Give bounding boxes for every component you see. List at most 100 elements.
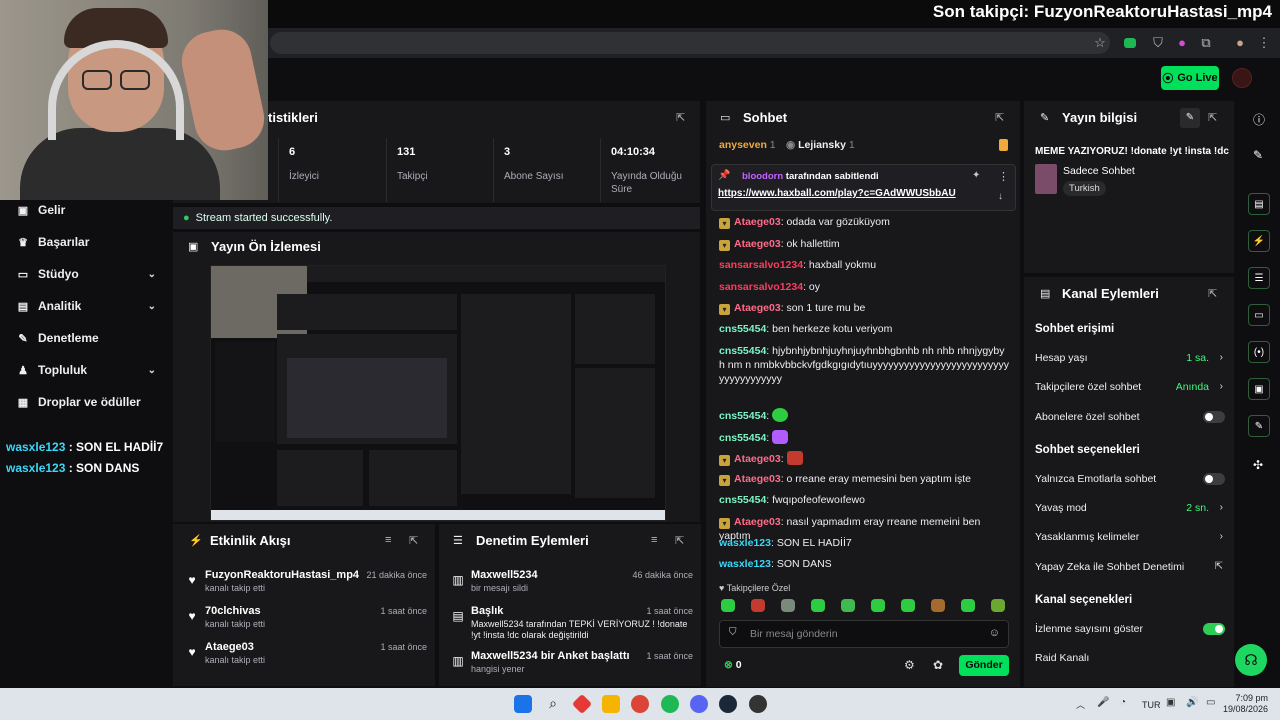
ai-moderation-option[interactable]: Yapay Zeka ile Sohbet Denetimi ⇱: [1035, 559, 1225, 575]
chat-widget-icon[interactable]: ▭: [1248, 304, 1270, 326]
raid-option[interactable]: Raid Kanalı: [1035, 650, 1225, 666]
emote-only-option[interactable]: Yalnızca Emotlarla sohbet: [1035, 471, 1225, 487]
obs-icon[interactable]: [749, 695, 767, 713]
subs-chat-toggle[interactable]: [1203, 411, 1225, 423]
account-age-option[interactable]: Hesap yaşı 1 sa. ›: [1035, 350, 1225, 366]
popout-icon[interactable]: ⇱: [676, 111, 685, 124]
shield-extension-icon[interactable]: ⛉: [1150, 35, 1166, 51]
sidebar-item-droplar[interactable]: ▦ Droplar ve ödüller: [16, 391, 166, 413]
popout-icon[interactable]: ⇱: [409, 534, 418, 547]
support-icon[interactable]: ☊: [1235, 644, 1267, 676]
chat-message: ▾ Ataege03: ok hallettim: [719, 237, 1009, 251]
section-chat-access: Sohbet erişimi: [1035, 323, 1115, 335]
sidebar-item-analitik[interactable]: ▤ Analitik ⌄: [16, 295, 156, 317]
go-live-button[interactable]: ⦿ Go Live: [1161, 66, 1219, 90]
emote-only-toggle[interactable]: [1203, 473, 1225, 485]
browser-menu-icon[interactable]: ⋮: [1256, 35, 1272, 51]
section-channel-options: Kanal seçenekleri: [1035, 594, 1133, 606]
slow-mode-option[interactable]: Yavaş mod 2 sn. ›: [1035, 500, 1225, 516]
sidebar-item-gelir[interactable]: ▣ Gelir: [16, 199, 166, 221]
pencil-icon[interactable]: ✎: [1253, 148, 1263, 162]
extension-purple-icon[interactable]: ●: [1174, 35, 1190, 51]
wifi-icon[interactable]: ◔: [1120, 697, 1126, 708]
banned-words-option[interactable]: Yasaklanmış kelimeler ›: [1035, 529, 1225, 545]
emote-icon[interactable]: [931, 599, 945, 612]
actions-widget-icon[interactable]: ✎: [1248, 415, 1270, 437]
clock[interactable]: 7:09 pm 19/08/2026: [1223, 693, 1268, 715]
folder-icon[interactable]: [602, 695, 620, 713]
battery-icon[interactable]: ▭: [1206, 697, 1215, 708]
pinned-message: 📌 bloodorn tarafından sabitlendi https:/…: [711, 164, 1016, 211]
user-avatar[interactable]: [1232, 68, 1252, 88]
add-widget-icon[interactable]: ✣: [1253, 458, 1263, 472]
edit-icon[interactable]: ✎: [1180, 108, 1200, 128]
followers-chat-option[interactable]: Takipçilere özel sohbet Anında ›: [1035, 379, 1225, 395]
channel-points[interactable]: ⊗ 0: [724, 659, 742, 671]
emote-icon[interactable]: [871, 599, 885, 612]
subs-chat-option[interactable]: Abonelere özel sohbet: [1035, 409, 1225, 425]
chevron-down-icon: ⌄: [147, 268, 156, 280]
sidebar-item-denetleme[interactable]: ✎ Denetleme: [16, 327, 166, 349]
volume-icon[interactable]: 🔊: [1186, 697, 1198, 708]
stat-followers: 131 Takipçi: [386, 138, 490, 202]
steam-icon[interactable]: [719, 695, 737, 713]
stream-preview-video[interactable]: [210, 265, 666, 521]
spotify-icon[interactable]: [661, 695, 679, 713]
activity-widget-icon[interactable]: ⚡: [1248, 230, 1270, 252]
emote-icon[interactable]: [811, 599, 825, 612]
tag-chip[interactable]: Turkish: [1063, 181, 1106, 196]
keyboard-language[interactable]: TUR: [1142, 700, 1161, 710]
filter-icon[interactable]: ≡: [651, 534, 657, 546]
sidebar-item-studyo[interactable]: ▭ Stüdyo ⌄: [16, 263, 156, 285]
emote-icon[interactable]: [991, 599, 1005, 612]
actions-title: Kanal Eylemleri: [1062, 286, 1159, 301]
start-icon[interactable]: [514, 695, 532, 713]
show-viewers-option[interactable]: İzlenme sayısını göster: [1035, 621, 1225, 637]
popout-icon[interactable]: ⇱: [995, 111, 1004, 124]
stream-title: MEME YAZIYORUZ! !donate !yt !insta !dc: [1035, 146, 1229, 157]
chat-message: ▾ Ataege03: o rreane eray memesini ben ya…: [719, 472, 1009, 486]
more-icon[interactable]: ⋮: [998, 170, 1009, 183]
url-field[interactable]: [270, 32, 1110, 54]
info-icon[interactable]: ⓘ: [1253, 111, 1265, 128]
sidebar-item-basarilar[interactable]: ♛ Başarılar: [16, 231, 166, 253]
send-button[interactable]: Gönder: [959, 655, 1009, 676]
pinned-link[interactable]: https://www.haxball.com/play?c=GAdWWUSbb…: [718, 188, 956, 199]
popout-icon[interactable]: ⇱: [1208, 287, 1217, 300]
profile-icon[interactable]: ●: [1232, 35, 1248, 51]
raid-widget-icon[interactable]: (•): [1248, 341, 1270, 363]
community-icon[interactable]: ✿: [933, 658, 943, 672]
network-icon[interactable]: ▣: [1166, 697, 1175, 708]
gear-icon[interactable]: ⚙: [904, 658, 915, 672]
filter-icon[interactable]: ≡: [385, 534, 391, 546]
emote-icon[interactable]: [751, 599, 765, 612]
tray-chevron-icon[interactable]: ︿: [1076, 698, 1085, 711]
popout-icon[interactable]: ⇱: [675, 534, 684, 547]
stat-viewers: 6 İzleyici: [278, 138, 382, 202]
emote-icon[interactable]: [841, 599, 855, 612]
mic-icon[interactable]: 🎤: [1097, 697, 1109, 708]
mod-widget-icon[interactable]: ☰: [1248, 267, 1270, 289]
stats-widget-icon[interactable]: ▤: [1248, 193, 1270, 215]
discord-icon[interactable]: [690, 695, 708, 713]
emoji-icon[interactable]: ☺: [989, 627, 1000, 639]
emote-icon[interactable]: [781, 599, 795, 612]
extension-icon[interactable]: [1124, 38, 1136, 48]
expand-icon[interactable]: ↓: [998, 191, 1003, 202]
activity-item: ♥ 70clchivas kanalı takip etti 1 saat önce: [173, 605, 435, 641]
info-widget-icon[interactable]: ▣: [1248, 378, 1270, 400]
emote-icon[interactable]: [961, 599, 975, 612]
unpin-icon[interactable]: ✦: [972, 170, 980, 181]
puzzle-icon[interactable]: ⧉: [1198, 35, 1214, 51]
search-icon[interactable]: ⌕: [544, 695, 562, 713]
sidebar-item-topluluk[interactable]: ♟ Topluluk ⌄: [16, 359, 156, 381]
emote-icon[interactable]: [721, 599, 735, 612]
chat-message: cns55454:: [719, 408, 1009, 423]
popout-icon[interactable]: ⇱: [1208, 111, 1217, 124]
stats-title: tistikleri: [268, 110, 318, 125]
chat-input[interactable]: ⛉ Bir mesaj gönderin ☺: [719, 620, 1009, 648]
chrome-icon[interactable]: [631, 695, 649, 713]
bookmark-star-icon[interactable]: ☆: [1092, 35, 1108, 51]
emote-icon[interactable]: [901, 599, 915, 612]
show-viewers-toggle[interactable]: [1203, 623, 1225, 635]
